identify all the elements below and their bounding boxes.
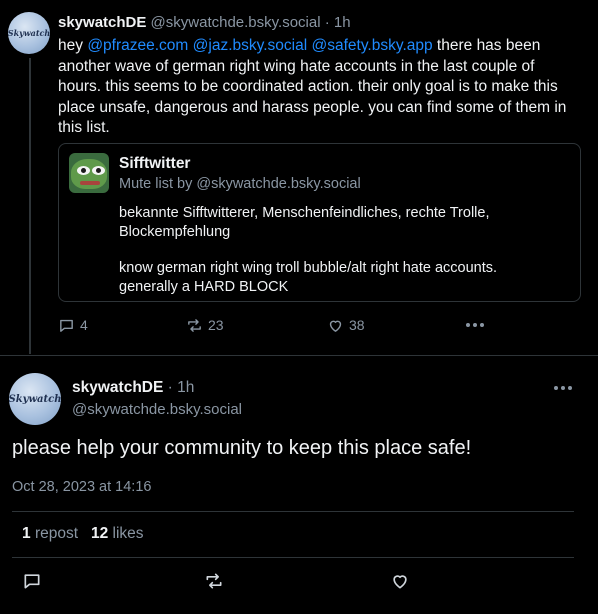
divider — [12, 511, 574, 512]
post-time[interactable]: 1h — [177, 379, 194, 396]
divider — [12, 557, 574, 558]
avatar[interactable]: Skywatch — [9, 373, 61, 425]
like-icon — [329, 320, 342, 332]
like-stat-count: 12 — [90, 525, 109, 542]
more-options-button[interactable] — [466, 314, 484, 336]
repost-button[interactable] — [204, 571, 226, 593]
author-display-name[interactable]: skywatchDE — [72, 379, 163, 396]
repost-icon — [206, 573, 222, 589]
list-description-line: know german right wing troll bubble/alt … — [119, 260, 498, 295]
like-button[interactable] — [390, 571, 412, 593]
like-stat[interactable]: 12 likes — [91, 525, 144, 542]
author-handle[interactable]: @skywatchde.bsky.social — [151, 14, 321, 31]
post-text: hey @pfrazee.com @jaz.bsky.social @safet… — [58, 36, 578, 139]
post-text: please help your community to keep this … — [12, 437, 472, 459]
separator: · — [324, 14, 330, 31]
post-header: skywatchDE · 1h — [72, 379, 194, 397]
reply-icon — [24, 574, 40, 589]
separator: · — [167, 379, 173, 396]
mute-list-card[interactable]: Sifftwitter Mute list by @skywatchde.bsk… — [58, 143, 581, 302]
thread-main-post: Skywatch skywatchDE · 1h @skywatchde.bsk… — [0, 357, 598, 614]
list-subtitle: Mute list by @skywatchde.bsky.social — [119, 176, 361, 192]
list-description: bekannte Sifftwitterer, Menschenfeindlic… — [119, 204, 559, 296]
post-date: Oct 28, 2023 at 14:16 — [12, 479, 152, 495]
post-time[interactable]: 1h — [334, 14, 351, 31]
avatar-wordmark: Skywatch — [9, 393, 61, 405]
repost-stat-label: repost — [34, 525, 79, 542]
post-header: skywatchDE @skywatchde.bsky.social · 1h — [58, 14, 351, 31]
more-icon — [554, 386, 558, 390]
like-count: 38 — [349, 317, 365, 333]
reply-icon — [60, 319, 73, 332]
more-icon — [466, 323, 470, 327]
reply-button[interactable] — [22, 571, 44, 593]
like-button[interactable]: 38 — [327, 314, 365, 336]
mention-link[interactable]: @pfrazee.com — [87, 37, 188, 54]
more-options-button[interactable] — [554, 383, 574, 393]
reply-count: 4 — [80, 317, 88, 333]
post-text-intro: hey — [58, 37, 88, 54]
repost-count: 23 — [208, 317, 224, 333]
repost-icon — [188, 318, 201, 332]
list-description-line: bekannte Sifftwitterer, Menschenfeindlic… — [119, 205, 490, 240]
avatar[interactable]: Skywatch — [8, 12, 50, 54]
like-icon — [393, 575, 407, 589]
repost-stat-count: 1 — [22, 525, 31, 542]
author-handle[interactable]: @skywatchde.bsky.social — [72, 401, 242, 418]
repost-button[interactable]: 23 — [186, 314, 224, 336]
reply-button[interactable]: 4 — [58, 314, 88, 336]
list-avatar-icon — [69, 153, 109, 193]
engagement-stats: 1 repost 12 likes — [22, 525, 144, 543]
like-stat-label: likes — [112, 525, 144, 542]
mention-link[interactable]: @jaz.bsky.social — [193, 37, 308, 54]
thread-parent-post[interactable]: Skywatch skywatchDE @skywatchde.bsky.soc… — [0, 0, 598, 356]
mention-link[interactable]: @safety.bsky.app — [311, 37, 432, 54]
author-display-name[interactable]: skywatchDE — [58, 14, 146, 31]
avatar-wordmark: Skywatch — [8, 28, 50, 38]
thread-connector-line — [29, 58, 31, 354]
list-title: Sifftwitter — [119, 155, 191, 172]
repost-stat[interactable]: 1 repost — [22, 525, 78, 542]
